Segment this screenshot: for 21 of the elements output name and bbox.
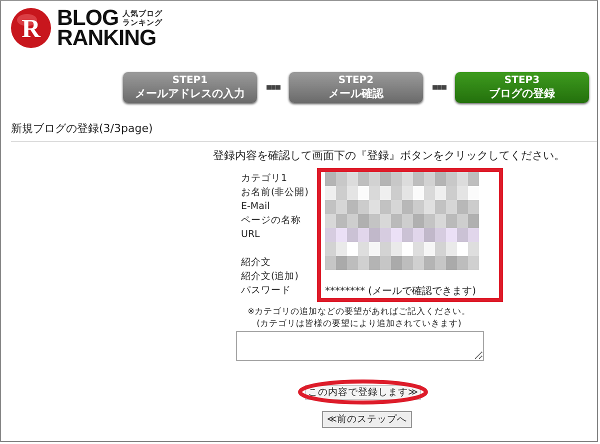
field-label: お名前(非公開)	[241, 187, 308, 198]
note-text: (カテゴリは皆様の要望により追加されていきます)	[256, 318, 462, 330]
note-text: ※カテゴリの追加などの要望があればご記入ください。	[247, 306, 471, 318]
request-textarea[interactable]	[236, 331, 484, 361]
field-label: 紹介文	[241, 257, 271, 268]
field-label: E-Mail	[241, 201, 270, 212]
logo-text: BLOG	[57, 8, 119, 28]
field-label: ページの名称	[241, 215, 301, 226]
logo-text: RANKING	[57, 28, 156, 48]
step-indicator: STEP1 メールアドレスの入力	[123, 72, 257, 103]
logo-icon: R	[9, 6, 53, 50]
section-heading: 新規ブログの登録(3/3page)	[11, 121, 597, 142]
instruction-text: 登録内容を確認して画面下の『登録』ボタンをクリックしてください。	[213, 148, 566, 163]
field-label: URL	[241, 229, 260, 240]
back-button[interactable]: ≪前のステップへ	[322, 411, 412, 428]
field-label: パスワード	[241, 285, 291, 296]
field-value: ******** (メールで確認できます)	[325, 284, 476, 298]
field-label: 紹介文(追加)	[241, 271, 298, 282]
field-label: カテゴリ1	[241, 173, 288, 184]
step-indicator: STEP3 ブログの登録	[455, 72, 589, 103]
step-indicator: STEP2 メール確認	[289, 72, 423, 103]
